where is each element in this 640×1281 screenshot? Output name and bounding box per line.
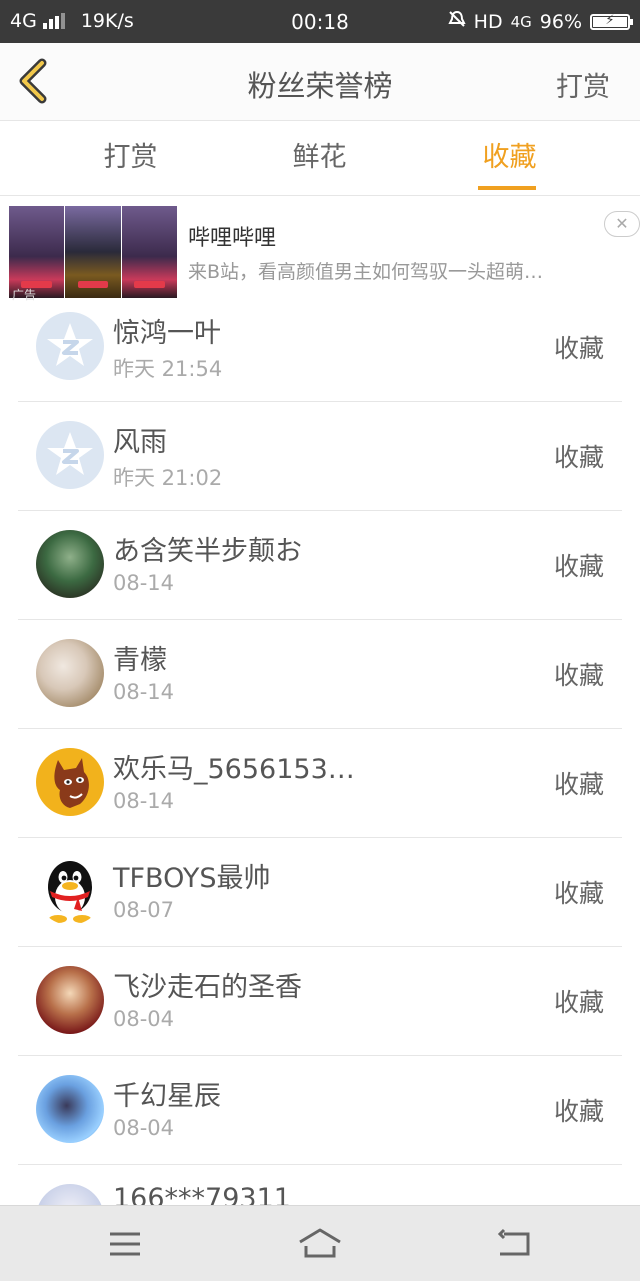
ad-thumbnail [65,206,121,298]
list-item[interactable]: 千幻星辰 08-04 收藏 [18,1056,622,1165]
status-bar: 4G 19K/s 00:18 HD 4G 96% ⚡ [0,0,640,43]
fan-name: 青檬 [113,645,167,676]
action-label: 收藏 [553,552,604,581]
fan-time: 08-04 [113,1007,175,1031]
fan-list: 惊鸿一叶 昨天 21:54 收藏 风雨 昨天 21:02 收藏 あ含笑半步颠お … [0,293,640,1274]
fan-name: 风雨 [113,427,167,458]
fan-time: 08-04 [113,1116,175,1140]
home-icon [299,1228,341,1258]
qq-star-avatar-icon [47,323,93,366]
fan-time: 昨天 21:54 [113,357,223,381]
page-title: 粉丝荣誉榜 [247,69,393,103]
fan-time: 08-14 [113,571,175,595]
action-label: 收藏 [553,334,604,363]
fan-time: 08-14 [113,789,175,813]
action-label: 收藏 [553,443,604,472]
menu-icon [110,1232,140,1256]
menu-button[interactable] [100,1222,150,1266]
status-right: HD 4G 96% ⚡ [448,10,633,33]
ad-thumbnails [9,206,177,298]
list-item[interactable]: 风雨 昨天 21:02 收藏 [18,402,622,511]
action-label: 收藏 [553,1097,604,1126]
header: 粉丝荣誉榜 打赏 [0,43,640,121]
reward-button[interactable]: 打赏 [556,65,610,104]
fan-name: 飞沙走石的圣香 [113,972,302,1003]
fan-time: 昨天 21:02 [113,466,223,490]
system-nav-bar [0,1205,640,1281]
list-item[interactable]: TFBOYS最帅 08-07 收藏 [18,838,622,947]
ad-thumbnail [9,206,65,298]
ad-description: 来B站，看高颜值男主如何驾驭一头超萌… [188,261,544,283]
close-icon: ✕ [615,214,629,233]
home-button[interactable] [295,1222,345,1266]
tab-reward[interactable]: 打赏 [24,121,237,195]
penguin-avatar-icon [48,861,92,923]
avatar [36,857,104,925]
mute-icon [448,10,466,33]
list-item[interactable]: あ含笑半步颠お 08-14 收藏 [18,511,622,620]
fan-time: 08-14 [113,680,175,704]
avatar [36,1075,104,1143]
avatar [36,530,104,598]
horse-avatar-icon [54,758,89,808]
network-right-label: 4G [510,12,532,31]
avatar [36,966,104,1034]
action-label: 收藏 [553,770,604,799]
ad-title: 哔哩哔哩 [188,226,277,251]
fan-name: あ含笑半步颠お [113,536,302,567]
fan-name: TFBOYS最帅 [113,863,271,894]
tab-bar: 打赏 鲜花 收藏 [0,121,640,196]
list-item[interactable]: 飞沙走石的圣香 08-04 收藏 [18,947,622,1056]
back-nav-button[interactable] [490,1222,540,1266]
action-label: 收藏 [553,879,604,908]
avatar [36,748,104,816]
action-label: 收藏 [553,661,604,690]
list-item[interactable]: 欢乐马_5656153… 08-14 收藏 [18,729,622,838]
avatar [36,421,104,489]
hd-label: HD [473,10,503,33]
fan-name: 欢乐马_5656153… [113,754,355,785]
list-item[interactable]: 青檬 08-14 收藏 [18,620,622,729]
fan-name: 惊鸿一叶 [113,318,221,349]
tab-flowers[interactable]: 鲜花 [213,121,426,195]
fan-time: 08-07 [113,898,175,922]
qq-star-avatar-icon [47,432,93,475]
ad-thumbnail [121,206,177,298]
battery-icon: ⚡ [590,13,633,30]
battery-percent: 96% [539,10,582,33]
ad-close-button[interactable]: ✕ [604,211,640,237]
action-label: 收藏 [553,988,604,1017]
back-icon [497,1228,530,1256]
avatar [36,312,104,380]
avatar [36,639,104,707]
tab-favorites[interactable]: 收藏 [403,121,616,195]
fan-name: 千幻星辰 [113,1081,221,1112]
list-item[interactable]: 惊鸿一叶 昨天 21:54 收藏 [18,293,622,402]
ad-banner[interactable]: 广告 哔哩哔哩 来B站，看高颜值男主如何驾驭一头超萌… [0,196,640,304]
